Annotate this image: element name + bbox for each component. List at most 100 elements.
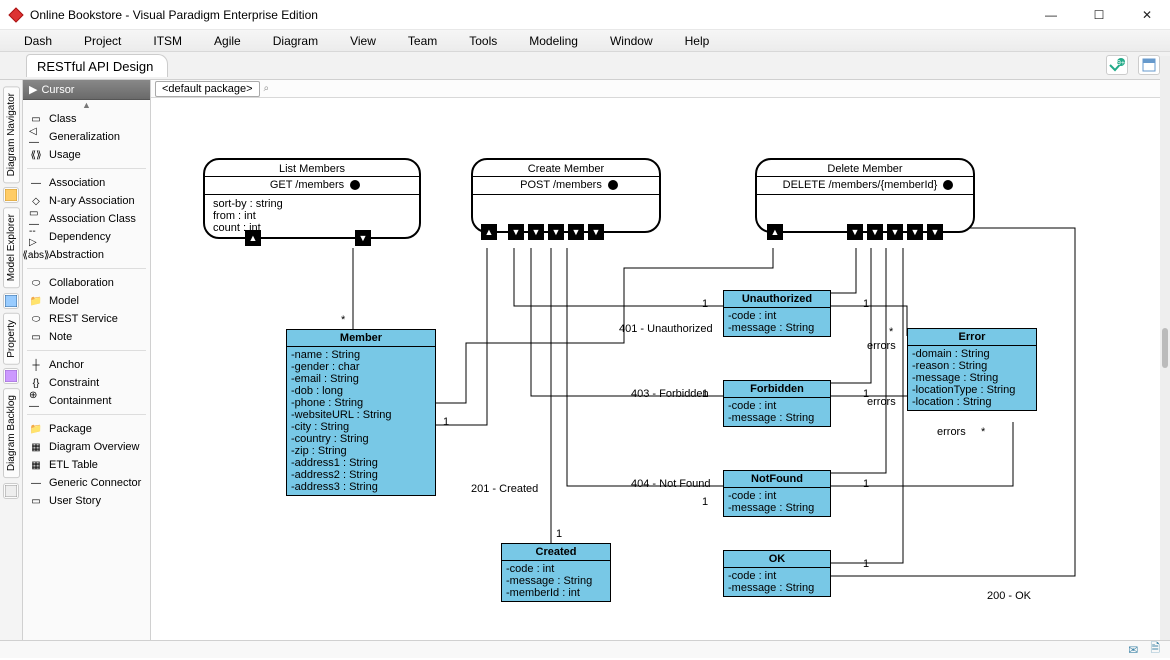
palette-contain[interactable]: ⊕—Containment [23,392,150,410]
palette-dep[interactable]: --▷Dependency [23,228,150,246]
palette-collapse-icon[interactable]: ▲ [23,100,150,110]
vtab-model-explorer-icon[interactable] [3,293,19,309]
contain-icon: ⊕— [29,395,43,407]
port-out-icon[interactable] [907,224,923,240]
minimize-button[interactable]: — [1036,5,1066,25]
aclass-icon: ▭— [29,213,43,225]
vtab-property-icon[interactable] [3,368,19,384]
palette-etl[interactable]: ▦ETL Table [23,456,150,474]
model-icon: 📁 [29,295,43,307]
palette-label: Anchor [49,359,84,371]
vtab-diagram-backlog[interactable]: Diagram Backlog [3,388,20,478]
class-created[interactable]: Created -code : int-message : String-mem… [501,543,611,602]
multiplicity-one: 1 [702,388,708,400]
multiplicity-one: 1 [863,558,869,570]
palette-rest[interactable]: ⬭REST Service [23,310,150,328]
menu-modeling[interactable]: Modeling [513,32,594,50]
resource-create-member[interactable]: Create Member POST /members [471,158,661,233]
palette-label: N-ary Association [49,195,135,207]
edge-label-200: 200 - OK [987,590,1031,602]
class-ok[interactable]: OK -code : int-message : String [723,550,831,597]
menu-help[interactable]: Help [669,32,726,50]
port-out-icon[interactable] [588,224,604,240]
port-out-icon[interactable] [847,224,863,240]
palette-abs[interactable]: ⟪abs⟫Abstraction [23,246,150,264]
class-unauthorized[interactable]: Unauthorized -code : int-message : Strin… [723,290,831,337]
close-button[interactable]: ✕ [1132,5,1162,25]
diagram-canvas[interactable]: List Members GET /members sort-by : stri… [151,98,1170,640]
palette-anchor[interactable]: ┼Anchor [23,356,150,374]
port-out-icon[interactable] [355,230,371,246]
note-icon: ▭ [29,331,43,343]
port-out-icon[interactable] [548,224,564,240]
tab-restful-api-design[interactable]: RESTful API Design [26,54,168,77]
palette-label: Dependency [49,231,111,243]
menu-itsm[interactable]: ITSM [137,32,198,50]
resource-list-members[interactable]: List Members GET /members sort-by : stri… [203,158,421,239]
port-out-icon[interactable] [568,224,584,240]
menubar: Dash Project ITSM Agile Diagram View Tea… [0,30,1170,52]
palette-usage[interactable]: ⟪⟫Usage [23,146,150,164]
palette-assoc[interactable]: —Association [23,174,150,192]
palette-label: Diagram Overview [49,441,139,453]
port-out-icon[interactable] [508,224,524,240]
vertical-tab-strip: Diagram Navigator Model Explorer Propert… [0,80,23,640]
port-in-icon[interactable] [245,230,261,246]
vtab-diagram-navigator[interactable]: Diagram Navigator [3,86,20,183]
palette-label: Model [49,295,79,307]
menu-project[interactable]: Project [68,32,137,50]
edge-label-403: 403 - Forbidden [631,388,709,400]
palette-label: Constraint [49,377,99,389]
search-icon[interactable]: ⌕ [264,83,270,94]
app-logo-icon [8,7,24,23]
notification-icon[interactable]: 9+ [1106,55,1128,75]
rest-icon: ⬭ [29,313,43,325]
palette-ustory[interactable]: ▭User Story [23,492,150,510]
mail-icon[interactable]: ✉ [1128,643,1138,657]
vtab-model-explorer[interactable]: Model Explorer [3,207,20,288]
menu-tools[interactable]: Tools [453,32,513,50]
right-scrollbar[interactable] [1160,56,1170,640]
multiplicity-one: 1 [702,496,708,508]
palette-header-cursor[interactable]: ▶ Cursor [23,80,150,100]
port-out-icon[interactable] [528,224,544,240]
palette-label: Class [49,113,77,125]
port-out-icon[interactable] [887,224,903,240]
port-out-icon[interactable] [867,224,883,240]
class-notfound[interactable]: NotFound -code : int-message : String [723,470,831,517]
multiplicity-one: 1 [556,528,562,540]
package-selector[interactable]: <default package> [155,81,260,97]
document-icon[interactable]: 🗎 [1150,639,1160,660]
palette-gconn[interactable]: —Generic Connector [23,474,150,492]
role-errors: errors [867,396,896,408]
assoc-icon: — [29,177,43,189]
vtab-diagram-navigator-icon[interactable] [3,187,19,203]
class-forbidden[interactable]: Forbidden -code : int-message : String [723,380,831,427]
maximize-button[interactable]: ☐ [1084,5,1114,25]
palette-gen[interactable]: ◁—Generalization [23,128,150,146]
class-member[interactable]: Member -name : String-gender : char -ema… [286,329,436,496]
palette-pkg[interactable]: 📁Package [23,420,150,438]
vtab-property[interactable]: Property [3,313,20,365]
menu-window[interactable]: Window [594,32,669,50]
palette-label: Package [49,423,92,435]
palette-model[interactable]: 📁 Model [23,292,150,310]
gen-icon: ◁— [29,131,43,143]
menu-agile[interactable]: Agile [198,32,257,50]
resource-delete-member[interactable]: Delete Member DELETE /members/{memberId} [755,158,975,233]
port-in-icon[interactable] [767,224,783,240]
menu-diagram[interactable]: Diagram [257,32,334,50]
navigator-icon[interactable] [1138,55,1160,75]
palette-label: ETL Table [49,459,98,471]
palette-dov[interactable]: ▦Diagram Overview [23,438,150,456]
class-error[interactable]: Error -domain : String-reason : String -… [907,328,1037,411]
palette-note[interactable]: ▭Note [23,328,150,346]
menu-view[interactable]: View [334,32,392,50]
menu-team[interactable]: Team [392,32,453,50]
menu-dash[interactable]: Dash [8,32,68,50]
resource-path: GET /members [270,179,344,191]
port-out-icon[interactable] [927,224,943,240]
palette-collab[interactable]: ⬭Collaboration [23,274,150,292]
port-in-icon[interactable] [481,224,497,240]
vtab-diagram-backlog-icon[interactable] [3,483,19,499]
